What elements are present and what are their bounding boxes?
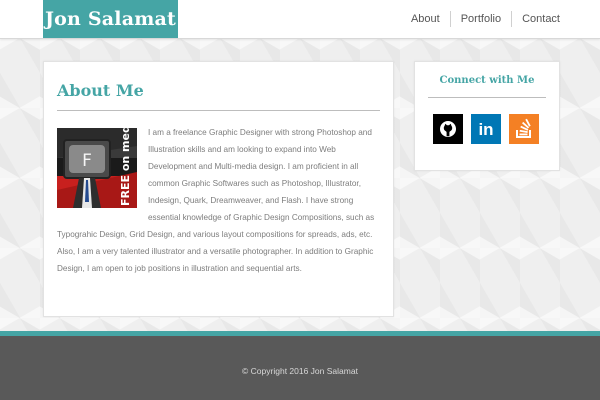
linkedin-icon: in xyxy=(478,119,494,139)
site-logo[interactable]: Jon Salamat xyxy=(43,0,178,38)
nav-portfolio[interactable]: Portfolio xyxy=(449,11,511,27)
about-card: About Me I am a freelance Graphic Design… xyxy=(43,61,394,317)
stackoverflow-link[interactable] xyxy=(509,114,539,144)
site-header: Jon Salamat About Portfolio Contact xyxy=(0,0,600,39)
connect-title: Connect with Me xyxy=(439,75,535,86)
connect-card: Connect with Me in xyxy=(414,61,560,171)
about-title: About Me xyxy=(57,81,144,100)
profile-photo: F FREE on media xyxy=(57,128,137,208)
about-divider xyxy=(57,110,380,111)
github-icon xyxy=(440,121,456,137)
nav-contact[interactable]: Contact xyxy=(511,11,570,27)
github-link[interactable] xyxy=(433,114,463,144)
stackoverflow-icon xyxy=(516,118,531,138)
copyright-text: © Copyright 2016 Jon Salamat xyxy=(242,366,358,376)
nav-about[interactable]: About xyxy=(401,11,450,27)
linkedin-link[interactable]: in xyxy=(471,114,501,144)
site-footer: © Copyright 2016 Jon Salamat xyxy=(0,336,600,400)
photo-caption: FREE on media xyxy=(119,128,132,206)
photo-letter: F xyxy=(82,151,92,171)
connect-divider xyxy=(428,97,546,98)
main-nav: About Portfolio Contact xyxy=(401,0,570,38)
